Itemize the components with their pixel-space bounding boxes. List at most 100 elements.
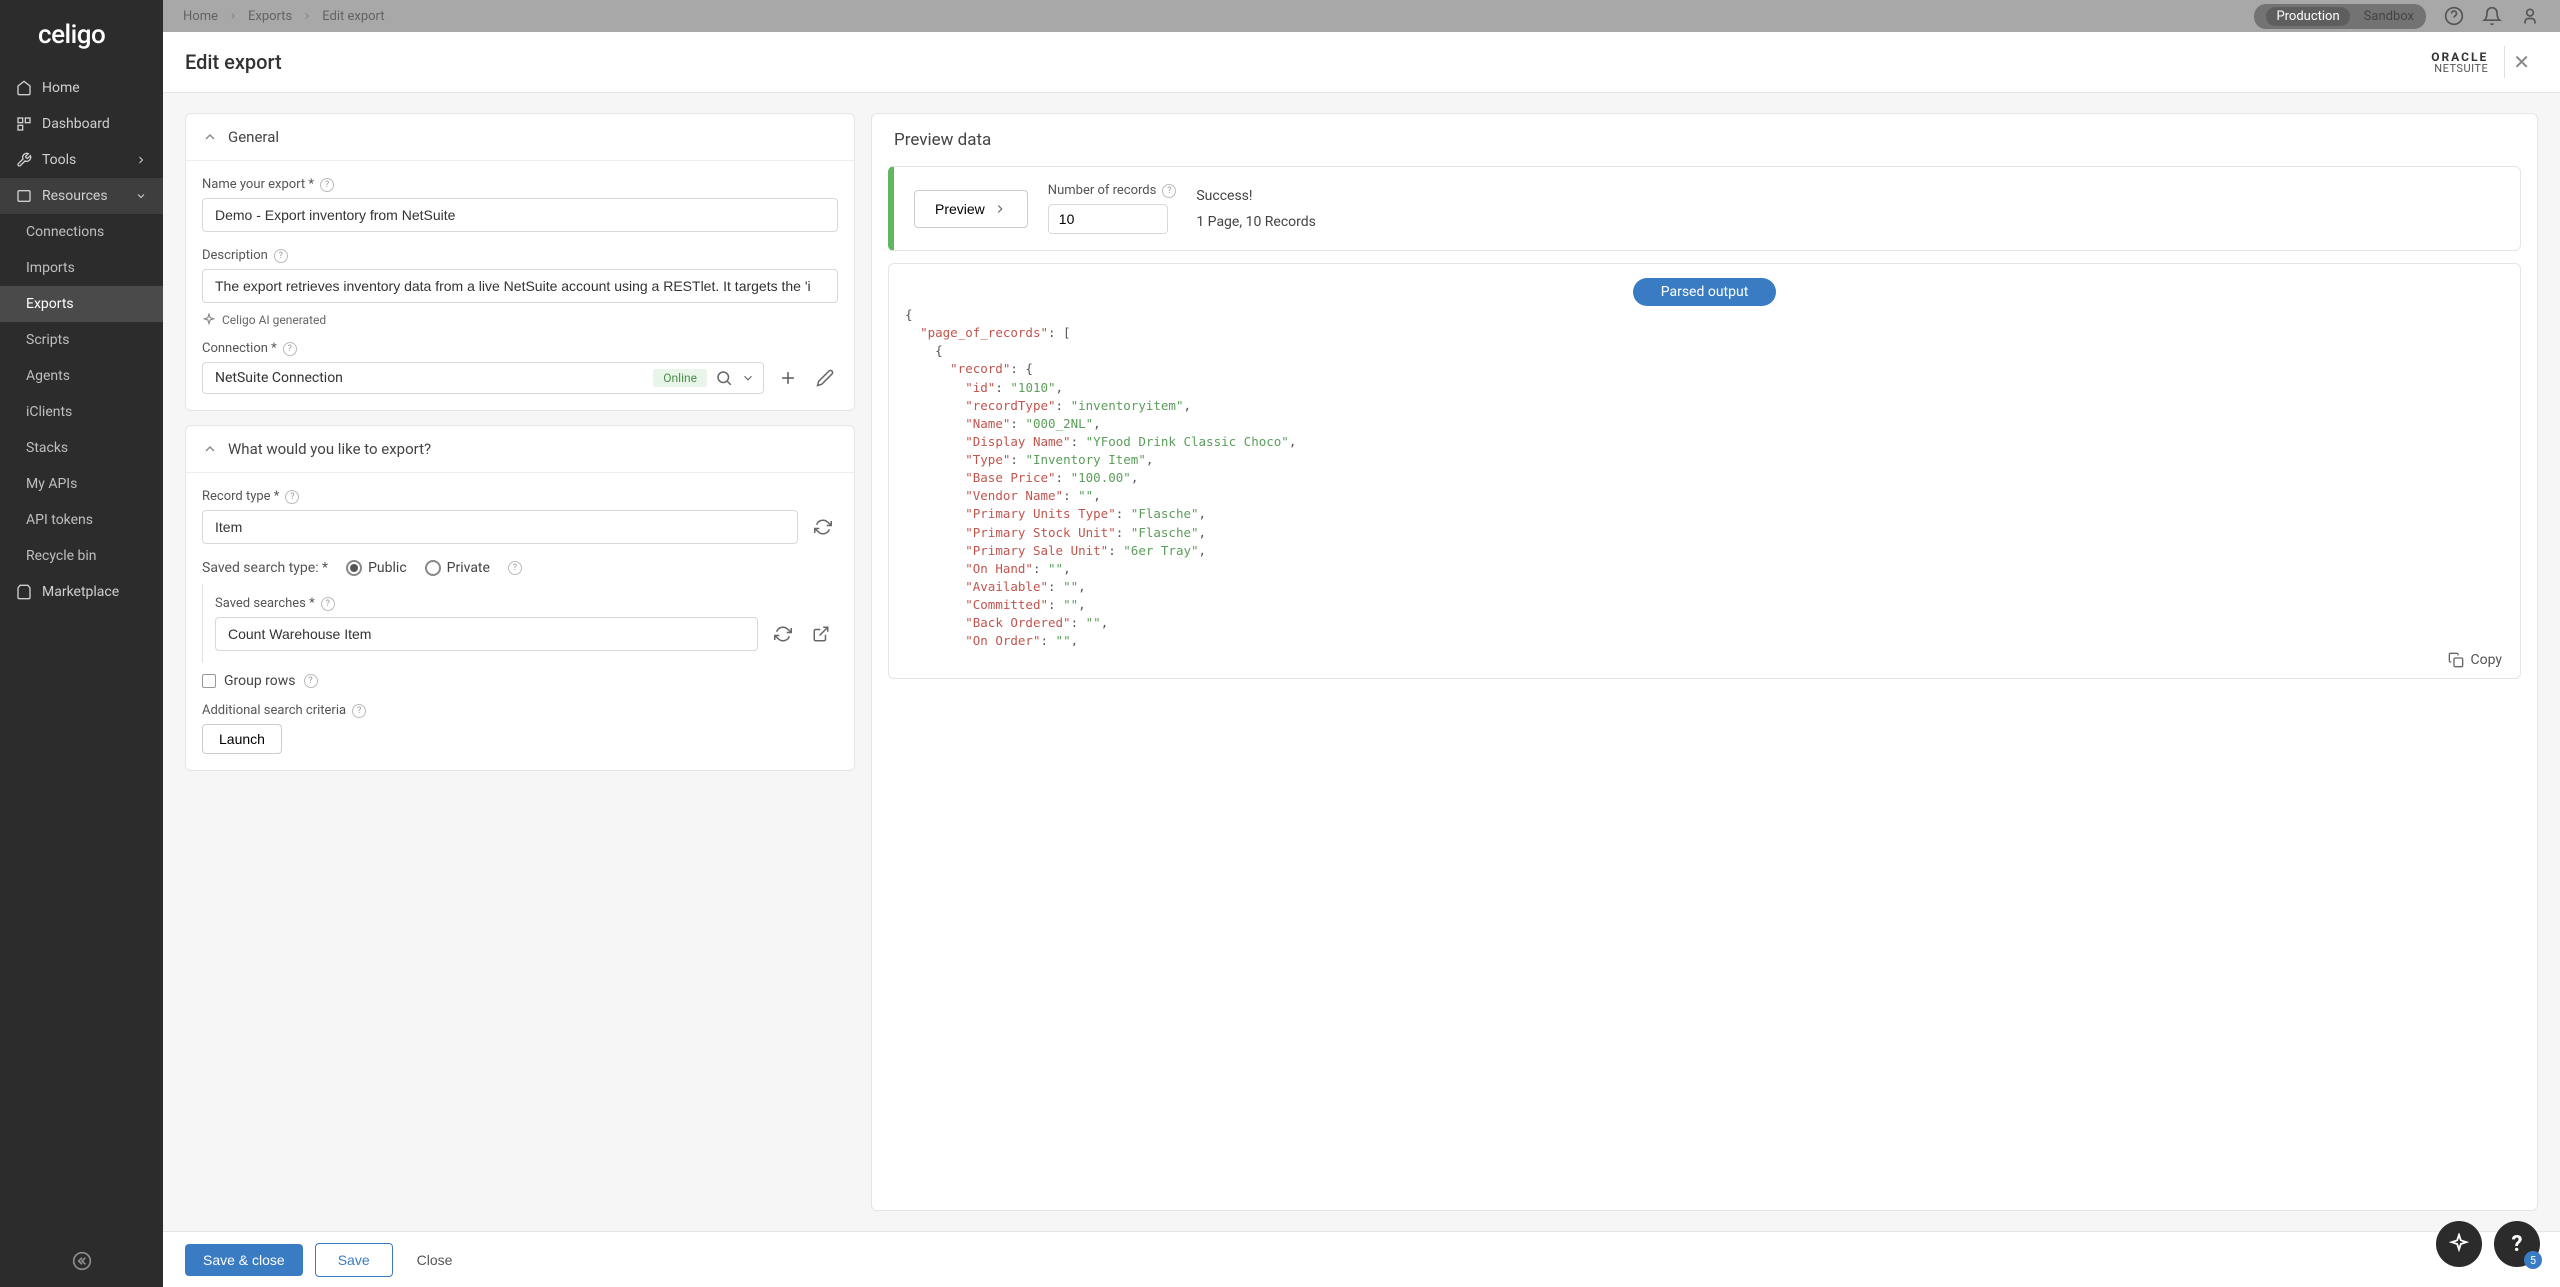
connection-select[interactable]: NetSuite Connection Online — [202, 362, 764, 394]
help-fab[interactable]: ? 5 — [2494, 1221, 2540, 1267]
nav-iclients[interactable]: iClients — [0, 394, 163, 430]
general-card: General Name your export *? Description? — [185, 113, 855, 411]
parsed-output-pill[interactable]: Parsed output — [1633, 278, 1777, 306]
save-close-button[interactable]: Save & close — [185, 1244, 303, 1276]
record-type-label: Record type *? — [202, 489, 838, 504]
nav-exports[interactable]: Exports — [0, 286, 163, 322]
chevron-up-icon — [202, 441, 218, 457]
general-toggle[interactable]: General — [186, 114, 854, 161]
num-records-label: Number of records? — [1048, 183, 1177, 198]
tools-icon — [16, 152, 32, 168]
nav-scripts[interactable]: Scripts — [0, 322, 163, 358]
preview-card: Preview data Preview Number of records? … — [871, 113, 2538, 1211]
user-icon[interactable] — [2520, 6, 2540, 26]
search-icon[interactable] — [715, 369, 733, 387]
nav-recycle-bin[interactable]: Recycle bin — [0, 538, 163, 574]
preview-status: Success! — [1196, 188, 1316, 204]
nav-label: Tools — [42, 152, 76, 168]
radio-private[interactable]: Private — [425, 560, 490, 576]
collapse-sidebar-button[interactable] — [0, 1235, 163, 1287]
env-production[interactable]: Production — [2266, 7, 2349, 26]
launch-button[interactable]: Launch — [202, 724, 282, 754]
nav-label: Home — [42, 80, 80, 96]
nav-tools[interactable]: Tools — [0, 142, 163, 178]
breadcrumb-home[interactable]: Home — [183, 9, 218, 24]
nav-label: Resources — [42, 188, 108, 204]
collapse-icon — [72, 1251, 92, 1271]
ai-generated-badge: Celigo AI generated — [202, 313, 838, 327]
copy-button[interactable]: Copy — [889, 646, 2520, 668]
refresh-icon — [774, 625, 792, 643]
connection-label: Connection *? — [202, 341, 838, 356]
sparkle-icon — [2448, 1233, 2470, 1255]
marketplace-icon — [16, 584, 32, 600]
num-records-input[interactable] — [1048, 204, 1168, 234]
close-button[interactable]: Close — [405, 1244, 465, 1276]
edit-connection-button[interactable] — [812, 365, 838, 391]
preview-heading: Preview data — [872, 114, 2537, 166]
env-sandbox[interactable]: Sandbox — [2364, 9, 2414, 24]
breadcrumb-current: Edit export — [322, 9, 384, 24]
help-icon[interactable]: ? — [508, 561, 522, 575]
refresh-saved-search-button[interactable] — [770, 621, 796, 647]
nav-marketplace[interactable]: Marketplace — [0, 574, 163, 610]
nav-imports[interactable]: Imports — [0, 250, 163, 286]
nav-agents[interactable]: Agents — [0, 358, 163, 394]
saved-searches-input[interactable] — [215, 617, 758, 651]
chevron-down-icon[interactable] — [741, 371, 755, 385]
export-toggle[interactable]: What would you like to export? — [186, 426, 854, 473]
help-icon[interactable] — [2444, 6, 2464, 26]
nav-dashboard[interactable]: Dashboard — [0, 106, 163, 142]
save-button[interactable]: Save — [315, 1243, 393, 1277]
help-icon[interactable]: ? — [274, 249, 288, 263]
page-title: Edit export — [185, 50, 282, 74]
refresh-record-type-button[interactable] — [810, 514, 836, 540]
export-name-input[interactable] — [202, 198, 838, 232]
nav-home[interactable]: Home — [0, 70, 163, 106]
json-output: { "page_of_records": [ { "record": { "id… — [889, 306, 2520, 646]
breadcrumb-exports[interactable]: Exports — [248, 9, 292, 24]
description-input[interactable] — [202, 269, 838, 303]
help-icon[interactable]: ? — [320, 178, 334, 192]
group-rows-label: Group rows — [224, 673, 296, 689]
open-external-button[interactable] — [808, 621, 834, 647]
record-type-input[interactable] — [202, 510, 798, 544]
radio-icon — [425, 560, 441, 576]
help-icon[interactable]: ? — [304, 674, 318, 688]
nav-connections[interactable]: Connections — [0, 214, 163, 250]
sparkle-icon — [202, 313, 216, 327]
page-info: 1 Page, 10 Records — [1196, 214, 1316, 230]
help-icon[interactable]: ? — [352, 704, 366, 718]
env-switcher[interactable]: Production Sandbox — [2254, 4, 2426, 29]
desc-label: Description? — [202, 248, 838, 263]
pencil-icon — [816, 369, 834, 387]
preview-button[interactable]: Preview — [914, 190, 1028, 228]
chevron-down-icon — [135, 190, 147, 202]
radio-public[interactable]: Public — [346, 560, 407, 576]
page-header: Edit export ORACLE NETSUITE ✕ — [163, 32, 2560, 93]
dashboard-icon — [16, 116, 32, 132]
home-icon — [16, 80, 32, 96]
help-icon[interactable]: ? — [321, 597, 335, 611]
help-icon[interactable]: ? — [1162, 184, 1176, 198]
close-panel-button[interactable]: ✕ — [2504, 46, 2538, 78]
name-label: Name your export *? — [202, 177, 838, 192]
notifications-icon[interactable] — [2482, 6, 2502, 26]
saved-searches-label: Saved searches *? — [215, 596, 838, 611]
nav-resources[interactable]: Resources — [0, 178, 163, 214]
nav-my-apis[interactable]: My APIs — [0, 466, 163, 502]
nav-api-tokens[interactable]: API tokens — [0, 502, 163, 538]
add-connection-button[interactable] — [774, 364, 802, 392]
additional-criteria-label: Additional search criteria? — [202, 703, 838, 718]
chevron-right-icon — [228, 11, 238, 21]
refresh-icon — [814, 518, 832, 536]
help-icon[interactable]: ? — [285, 490, 299, 504]
nav-stacks[interactable]: Stacks — [0, 430, 163, 466]
sidebar: celigo Home Dashboard Tools Resources Co… — [0, 0, 163, 1287]
radio-icon — [346, 560, 362, 576]
help-icon[interactable]: ? — [283, 342, 297, 356]
breadcrumb: Home Exports Edit export — [183, 9, 385, 24]
group-rows-checkbox[interactable] — [202, 674, 216, 688]
ai-fab[interactable] — [2436, 1221, 2482, 1267]
chevron-right-icon — [302, 11, 312, 21]
